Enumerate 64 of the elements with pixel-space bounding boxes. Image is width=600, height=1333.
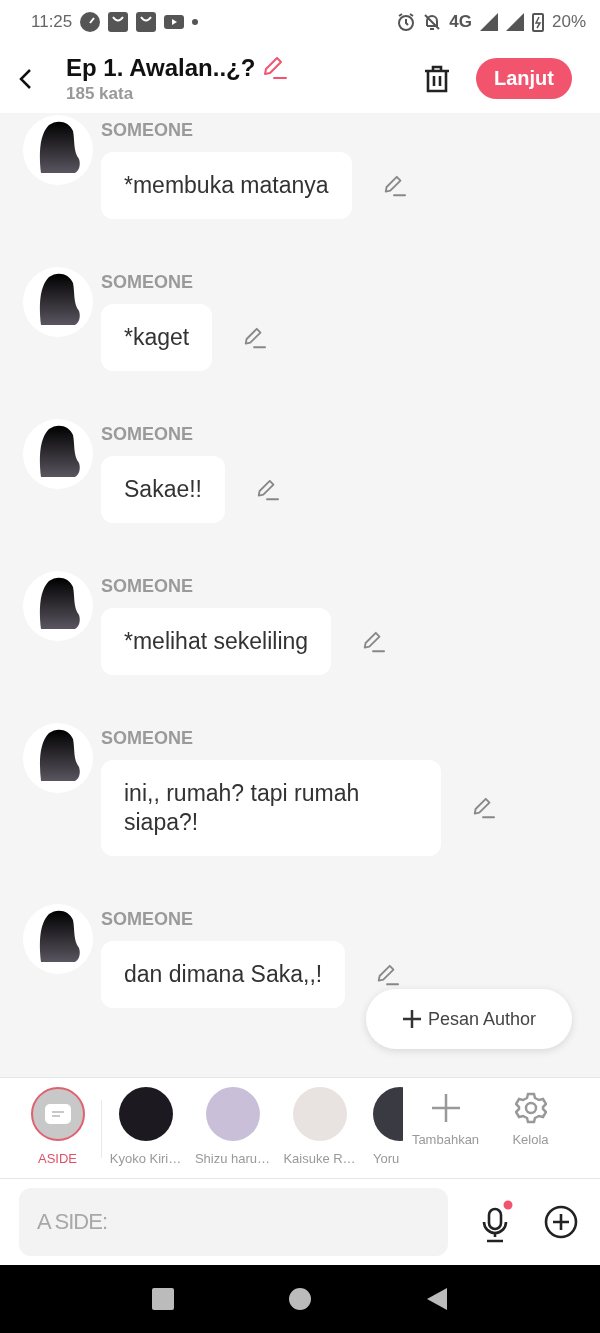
- word-count: 185 kata: [66, 83, 135, 104]
- next-button[interactable]: Lanjut: [476, 58, 572, 99]
- plus-icon: [401, 1009, 422, 1029]
- edit-icon[interactable]: [361, 630, 386, 653]
- edit-icon[interactable]: [375, 963, 400, 986]
- character-name: Kaisuke R…: [283, 1151, 356, 1166]
- status-time: 11:25: [31, 12, 73, 32]
- character-option[interactable]: Kyoko Kiri…: [102, 1078, 189, 1178]
- edit-icon[interactable]: [471, 797, 495, 819]
- message-bubble[interactable]: ini,, rumah? tapi rumah siapa?!: [101, 760, 441, 856]
- avatar-silhouette: [23, 267, 93, 337]
- edit-icon[interactable]: [242, 326, 267, 349]
- speaker-name: SOMEONE: [101, 575, 193, 597]
- manage-button[interactable]: Kelola: [488, 1078, 573, 1178]
- character-option[interactable]: ASIDE: [14, 1078, 101, 1178]
- plus-icon: [429, 1092, 462, 1124]
- video-play-icon: [164, 15, 185, 29]
- edit-icon[interactable]: [255, 478, 279, 501]
- character-name: Shizu haru…: [194, 1151, 271, 1166]
- message-bubble[interactable]: Sakae!!: [101, 456, 225, 523]
- message-bubble[interactable]: *melihat sekeliling: [101, 608, 332, 675]
- avatar-photo-placeholder: [118, 1087, 173, 1141]
- speaker-name: SOMEONE: [101, 727, 193, 749]
- character-name: Kyoko Kiri…: [109, 1151, 182, 1166]
- message-bubble[interactable]: *kaget: [101, 304, 213, 371]
- battery-charging-icon: [531, 12, 544, 32]
- character-name: ASIDE: [38, 1151, 77, 1166]
- message-icon: [44, 1104, 71, 1124]
- trash-icon[interactable]: [423, 63, 451, 94]
- recent-apps-icon[interactable]: [151, 1287, 176, 1311]
- alarm-clock-icon: [397, 13, 416, 31]
- message-bubble[interactable]: dan dimana Saka,,!: [101, 941, 346, 1008]
- speaker-name: SOMEONE: [101, 119, 193, 141]
- speaker-name: SOMEONE: [101, 908, 193, 930]
- add-character-button[interactable]: Tambahkan: [403, 1078, 488, 1178]
- character-option[interactable]: Kaisuke R…: [276, 1078, 363, 1178]
- signal-icon: [479, 13, 498, 31]
- avatar-silhouette: [23, 419, 93, 489]
- home-icon[interactable]: [288, 1287, 312, 1311]
- avatar-photo-placeholder: [292, 1087, 347, 1141]
- bag-icon: [108, 12, 129, 32]
- avatar-photo-placeholder: [205, 1087, 260, 1141]
- signal-icon: [505, 13, 524, 31]
- add-circle-icon[interactable]: [544, 1205, 578, 1239]
- avatar-silhouette: [23, 904, 93, 974]
- avatar-silhouette: [23, 571, 93, 641]
- edit-icon[interactable]: [261, 55, 288, 80]
- character-option[interactable]: Yoru: [363, 1078, 403, 1178]
- gauge-icon: [80, 12, 101, 32]
- message-input-field[interactable]: A SIDE:: [19, 1188, 448, 1256]
- character-name: Yoru: [373, 1151, 400, 1166]
- muted-bell-icon: [423, 13, 442, 31]
- network-type: 4G: [449, 12, 472, 32]
- speaker-name: SOMEONE: [101, 271, 193, 293]
- author-message-button[interactable]: Pesan Author: [365, 989, 572, 1049]
- avatar-silhouette: [23, 723, 93, 793]
- bag-icon: [136, 12, 157, 32]
- character-option[interactable]: Shizu haru…: [189, 1078, 276, 1178]
- episode-title: Ep 1. Awalan..¿?: [66, 53, 256, 82]
- dot-icon: [192, 19, 199, 25]
- settings-icon: [514, 1092, 547, 1124]
- speaker-name: SOMEONE: [101, 423, 193, 445]
- battery-percentage: 20%: [551, 12, 586, 32]
- message-bubble[interactable]: *membuka matanya: [101, 152, 352, 219]
